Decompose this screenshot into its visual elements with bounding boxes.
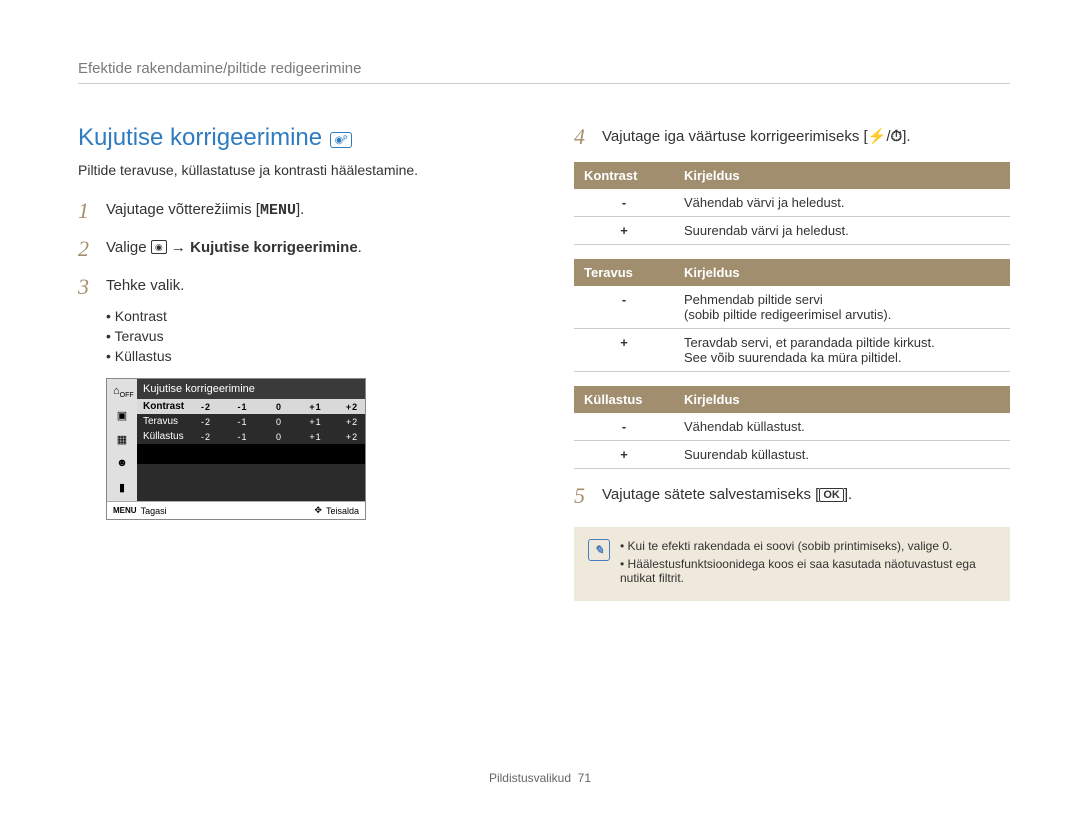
th-kyllastus: Küllastus xyxy=(574,386,674,413)
step-2-post: . xyxy=(358,239,362,256)
table-row: -Pehmendab piltide servi (sobib piltide … xyxy=(574,286,1010,329)
note-item: Kui te efekti rakendada ei soovi (sobib … xyxy=(620,539,996,553)
table-row: -Vähendab küllastust. xyxy=(574,413,1010,441)
section-title: Kujutise korrigeerimine ◉ᴾ xyxy=(78,124,514,152)
step-5-pre: Vajutage sätete salvestamiseks [ xyxy=(602,486,819,503)
step-2-pre: Valige xyxy=(106,239,151,256)
step-number-5: 5 xyxy=(574,483,602,509)
th-kirjeldus-2: Kirjeldus xyxy=(674,259,1010,286)
th-teravus: Teravus xyxy=(574,259,674,286)
section-title-text: Kujutise korrigeerimine xyxy=(78,124,322,152)
step-2-bold: Kujutise korrigeerimine xyxy=(190,239,358,256)
flash-icon: ⚡ xyxy=(868,128,887,145)
step-1-post: ]. xyxy=(296,201,304,218)
option-list: Kontrast Teravus Küllastus xyxy=(106,308,514,364)
slider-row-teravus[interactable]: Teravus -2 -1 0 +1 +2 xyxy=(137,414,365,429)
page-footer: Pildistusvalikud 71 xyxy=(0,771,1080,785)
note-item: Häälestusfunktsioonidega koos ei saa kas… xyxy=(620,557,996,585)
footer-move-label: Teisalda xyxy=(326,506,359,516)
slider-label-kontrast: Kontrast xyxy=(143,401,195,412)
step-5-post: ]. xyxy=(844,486,852,503)
camera-ui-preview: ⌂OFF ▣ ▦ ☻ ▮ Kujutise korrigeerimine Kon… xyxy=(106,378,366,520)
camera-icon-column: ⌂OFF ▣ ▦ ☻ ▮ xyxy=(107,379,137,501)
table-row: +Suurendab küllastust. xyxy=(574,441,1010,469)
camera-icon: ◉ xyxy=(151,240,167,254)
slider-label-kyllastus: Küllastus xyxy=(143,431,195,442)
option-teravus: Teravus xyxy=(106,328,514,344)
step-4: Vajutage iga väärtuse korrigeerimiseks [… xyxy=(602,124,911,145)
footer-back-label: Tagasi xyxy=(141,506,167,516)
slider-row-kontrast[interactable]: Kontrast -2 -1 0 +1 +2 xyxy=(137,399,365,414)
th-kirjeldus-1: Kirjeldus xyxy=(674,162,1010,189)
intro-text: Piltide teravuse, küllastatuse ja kontra… xyxy=(78,162,514,178)
face-icon: ☻ xyxy=(113,457,131,471)
step-number-3: 3 xyxy=(78,274,106,300)
table-row: -Vähendab värvi ja heledust. xyxy=(574,189,1010,217)
timer-icon: ⏱ xyxy=(891,128,903,145)
ok-button-label: OK xyxy=(819,488,844,502)
page-number: 71 xyxy=(578,771,591,785)
camera-ui-footer: MENU Tagasi ✥ Teisalda xyxy=(107,501,365,519)
th-kirjeldus-3: Kirjeldus xyxy=(674,386,1010,413)
plus-box-icon: ▣ xyxy=(113,409,131,423)
th-kontrast: Kontrast xyxy=(574,162,674,189)
note-box: ✎ Kui te efekti rakendada ei soovi (sobi… xyxy=(574,527,1010,601)
option-kontrast: Kontrast xyxy=(106,308,514,324)
table-kyllastus: KüllastusKirjeldus -Vähendab küllastust.… xyxy=(574,386,1010,469)
step-2: Valige ◉ → Kujutise korrigeerimine. xyxy=(106,236,362,256)
step-1: Vajutage võtterežiimis [MENU]. xyxy=(106,198,304,219)
camera-mode-icon: ◉ᴾ xyxy=(330,132,352,148)
step-3: Tehke valik. xyxy=(106,274,184,294)
step-number-1: 1 xyxy=(78,198,106,224)
home-off-icon: ⌂OFF xyxy=(113,385,131,399)
note-icon: ✎ xyxy=(588,539,610,561)
arrow-icon: → xyxy=(167,239,190,256)
option-kyllastus: Küllastus xyxy=(106,348,514,364)
step-5: Vajutage sätete salvestamiseks [OK]. xyxy=(602,483,852,503)
table-kontrast: KontrastKirjeldus -Vähendab värvi ja hel… xyxy=(574,162,1010,245)
footer-section-label: Pildistusvalikud xyxy=(489,771,571,785)
slider-label-teravus: Teravus xyxy=(143,416,195,427)
table-teravus: TeravusKirjeldus -Pehmendab piltide serv… xyxy=(574,259,1010,372)
dpad-icon: ✥ xyxy=(314,505,322,516)
step-4-pre: Vajutage iga väärtuse korrigeerimiseks [ xyxy=(602,128,868,145)
step-4-post: ]. xyxy=(902,128,910,145)
table-row: +Teravdab servi, et parandada piltide ki… xyxy=(574,329,1010,372)
film-icon: ▮ xyxy=(113,481,131,495)
slider-row-kyllastus[interactable]: Küllastus -2 -1 0 +1 +2 xyxy=(137,429,365,444)
menu-icon: MENU xyxy=(113,506,137,515)
step-number-2: 2 xyxy=(78,236,106,262)
adjust-icon: ▦ xyxy=(113,433,131,447)
menu-button-label: MENU xyxy=(260,202,296,219)
step-1-pre: Vajutage võtterežiimis [ xyxy=(106,201,260,218)
breadcrumb: Efektide rakendamine/piltide redigeerimi… xyxy=(78,60,1010,84)
table-row: +Suurendab värvi ja heledust. xyxy=(574,217,1010,245)
step-number-4: 4 xyxy=(574,124,602,150)
panel-title: Kujutise korrigeerimine xyxy=(137,379,365,399)
